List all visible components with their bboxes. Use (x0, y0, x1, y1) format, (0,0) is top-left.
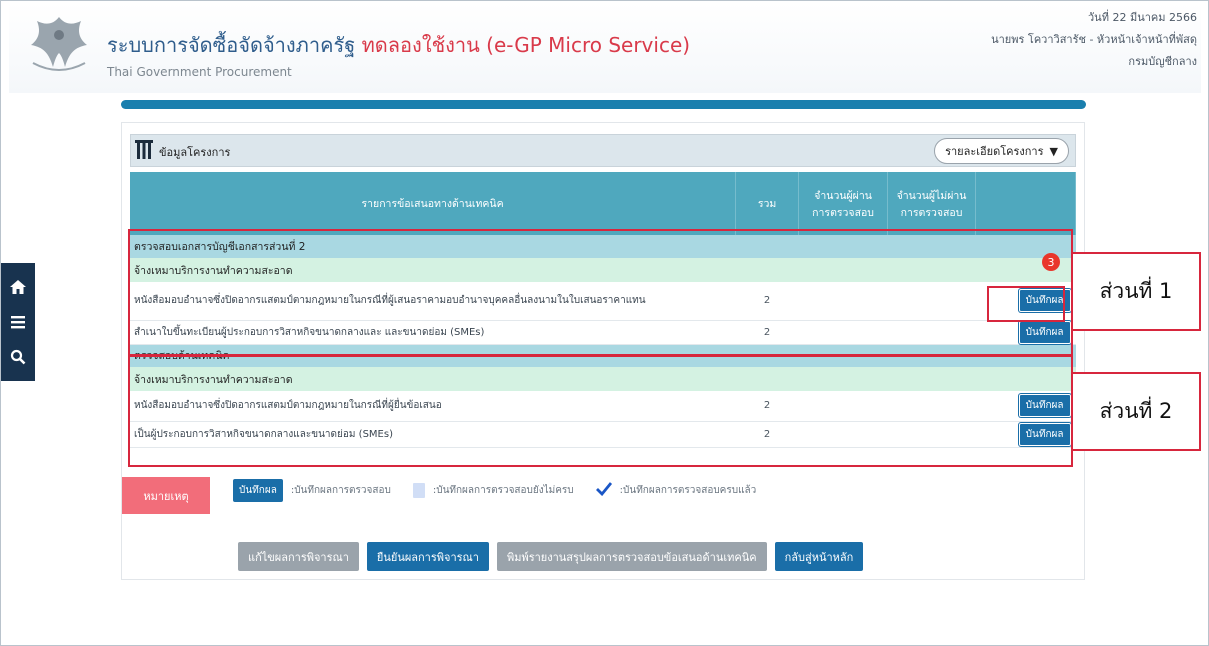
save-button-highlight (987, 286, 1065, 322)
step-badge: 3 (1042, 253, 1060, 271)
panel-title: ข้อมูลโครงการ (159, 146, 231, 159)
site-title-text: ระบบการจัดซื้อจัดจ้างภาครัฐ (107, 33, 356, 57)
user-name: นายพร โควาวิสารัช - หัวหน้าเจ้าหน้าที่พั… (991, 33, 1197, 46)
print-report-button[interactable]: พิมพ์รายงานสรุปผลการตรวจสอบข้อเสนอด้านเท… (496, 542, 767, 571)
site-title: ระบบการจัดซื้อจัดจ้างภาครัฐ ทดลองใช้งาน … (107, 29, 690, 61)
col-header-description: รายการข้อเสนอทางด้านเทคนิค (130, 172, 737, 235)
search-icon[interactable] (6, 345, 30, 369)
col-header-total: รวม (735, 172, 800, 235)
header-divider-bar (121, 100, 1086, 109)
home-icon[interactable] (6, 275, 30, 299)
legend-complete-desc: :บันทึกผลการตรวจสอบครบแล้ว (619, 485, 757, 496)
document-icon (412, 483, 425, 498)
section1-highlight (128, 229, 1073, 356)
panel-header: ข้อมูลโครงการ รายละเอียดโครงการ ▼ (130, 134, 1076, 167)
project-detail-button[interactable]: รายละเอียดโครงการ ▼ (934, 138, 1069, 164)
callout-part2: ส่วนที่ 2 (1071, 372, 1201, 451)
legend-save-button: บันทึกผล (233, 479, 283, 502)
trial-label: ทดลองใช้งาน (e-GP Micro Service) (361, 33, 691, 57)
action-bar: แก้ไขผลการพิจารณา ยืนยันผลการพิจารณา พิม… (238, 542, 864, 571)
back-home-button[interactable]: กลับสู่หน้าหลัก (774, 542, 864, 571)
columns-icon (135, 140, 153, 159)
user-info: วันที่ 22 มีนาคม 2566 นายพร โควาวิสารัช … (991, 7, 1197, 73)
department: กรมบัญชีกลาง (1128, 55, 1197, 68)
col-header-pass: จำนวนผู้ผ่าน การตรวจสอบ (798, 172, 889, 235)
legend-incomplete-desc: :บันทึกผลการตรวจสอบยังไม่ครบ (432, 485, 574, 496)
site-header: ระบบการจัดซื้อจัดจ้างภาครัฐ ทดลองใช้งาน … (9, 3, 1201, 93)
site-subtitle: Thai Government Procurement (107, 65, 292, 79)
confirm-result-button[interactable]: ยืนยันผลการพิจารณา (366, 542, 489, 571)
caret-down-icon: ▼ (1049, 144, 1058, 158)
menu-icon[interactable] (6, 310, 30, 334)
legend: บันทึกผล :บันทึกผลการตรวจสอบ :บันทึกผลกา… (233, 479, 756, 502)
project-detail-label: รายละเอียดโครงการ (945, 145, 1044, 158)
checkmark-icon (595, 482, 612, 499)
callout-part1: ส่วนที่ 1 (1071, 252, 1201, 331)
section2-highlight (128, 355, 1073, 467)
col-header-fail: จำนวนผู้ไม่ผ่าน การตรวจสอบ (887, 172, 976, 235)
note-tab: หมายเหตุ (122, 477, 210, 514)
garuda-logo (31, 17, 87, 71)
edit-result-button[interactable]: แก้ไขผลการพิจารณา (238, 542, 359, 571)
legend-save-desc: :บันทึกผลการตรวจสอบ (290, 485, 391, 496)
col-header-action (975, 172, 1076, 235)
current-date: วันที่ 22 มีนาคม 2566 (1088, 11, 1197, 24)
side-nav (1, 263, 35, 381)
browser-frame: ระบบการจัดซื้อจัดจ้างภาครัฐ ทดลองใช้งาน … (0, 0, 1209, 646)
